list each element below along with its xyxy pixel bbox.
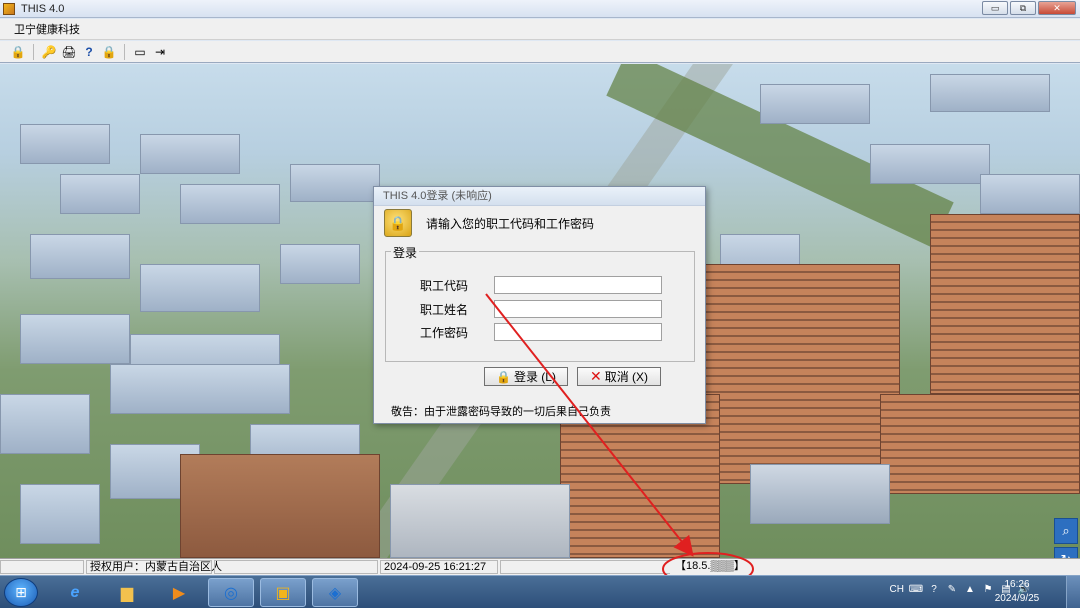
key-icon[interactable]: 🔑 — [41, 44, 57, 60]
clock[interactable]: 16:26 2024/9/25 — [982, 578, 1052, 606]
minimize-button[interactable]: ▭ — [982, 1, 1008, 15]
toolbar-separator — [124, 43, 125, 60]
chevron-up-icon[interactable]: ▲ — [964, 583, 976, 595]
clock-date: 2024/9/25 — [994, 593, 1040, 604]
login-groupbox: 登录 职工代码 职工姓名 工作密码 — [385, 244, 695, 362]
ip-status: 【18.5.▒▒▒】 — [675, 560, 745, 572]
building — [180, 184, 280, 224]
app-icon — [3, 2, 15, 15]
building — [750, 464, 890, 524]
code-row: 职工代码 — [420, 276, 662, 294]
pen-icon[interactable]: ✎ — [946, 583, 958, 595]
window-title: THIS 4.0 — [21, 2, 65, 15]
name-row: 职工姓名 — [420, 300, 662, 318]
window-controls: ▭ ⧉ ✕ — [982, 1, 1076, 15]
status-bar: 授权用户：内蒙古自治区人 2024-09-25 16:21:27 【18.5.▒… — [0, 558, 1080, 575]
building — [760, 84, 870, 124]
building — [180, 454, 380, 558]
building — [980, 174, 1080, 214]
start-button[interactable]: ⊞ — [4, 578, 38, 607]
lock-icon[interactable]: 🔒 — [101, 44, 117, 60]
password-label: 工作密码 — [420, 325, 469, 340]
app-icon[interactable]: ▣ — [260, 578, 306, 607]
building-tower — [880, 394, 1080, 494]
group-legend: 登录 — [391, 244, 420, 261]
printer-icon[interactable]: 🖨 — [61, 44, 77, 60]
prompt-row: 🔒 请输入您的职工代码和工作密码 — [384, 209, 594, 237]
menu-bar: 卫宁健康科技 — [0, 19, 1080, 40]
login-button-label: 登录 (L) — [513, 370, 556, 384]
window-title-bar: THIS 4.0 ▭ ⧉ ✕ — [0, 0, 1080, 18]
close-icon: ✕ — [589, 368, 602, 384]
name-label: 职工姓名 — [420, 302, 469, 317]
menu-item-company[interactable]: 卫宁健康科技 — [14, 21, 80, 37]
keyboard-icon[interactable]: ⌨ — [909, 583, 923, 595]
cancel-button-label: 取消 (X) — [604, 370, 649, 384]
clock-time: 16:26 — [1004, 579, 1030, 590]
search-icon[interactable]: ⌕ — [1054, 518, 1078, 544]
building — [140, 134, 240, 174]
restore-button[interactable]: ⧉ — [1010, 1, 1036, 15]
building — [20, 484, 100, 544]
building — [280, 244, 360, 284]
building — [60, 174, 140, 214]
building — [930, 74, 1050, 112]
padlock-icon: 🔒 — [384, 209, 412, 237]
password-input[interactable] — [494, 323, 662, 341]
building — [290, 164, 380, 202]
status-cell-empty — [214, 560, 378, 574]
folder-icon[interactable]: ▆ — [104, 578, 150, 607]
help-icon[interactable]: ? — [81, 44, 97, 60]
building — [110, 364, 290, 414]
employee-name-input[interactable] — [494, 300, 662, 318]
code-label: 职工代码 — [420, 278, 469, 293]
ie-icon[interactable]: e — [52, 578, 98, 607]
show-desktop-button[interactable] — [1066, 576, 1080, 608]
client-icon[interactable]: ◈ — [312, 578, 358, 607]
login-dialog: THIS 4.0登录 (未响应) 🔒 请输入您的职工代码和工作密码 登录 职工代… — [373, 186, 706, 424]
lock-icon: 🔒 — [496, 369, 511, 384]
toolbar-separator — [33, 43, 34, 60]
taskbar: ⊞ e ▆ ▶ ◎ ▣ ◈ CH ⌨ ? ✎ ▲ ⚑ ▤ 🔊 16:26 202… — [0, 575, 1080, 608]
building — [140, 264, 260, 312]
close-button[interactable]: ✕ — [1038, 1, 1076, 15]
building-tower — [930, 214, 1080, 394]
exit-icon[interactable]: ⇥ — [152, 44, 168, 60]
building — [30, 234, 130, 279]
help-icon[interactable]: ? — [928, 583, 940, 595]
login-button[interactable]: 🔒 登录 (L) — [484, 367, 568, 386]
warning-text: 敬告：由于泄露密码导致的一切后果自己负责 — [391, 406, 611, 418]
prompt-text: 请输入您的职工代码和工作密码 — [426, 216, 595, 231]
status-cell-empty — [500, 560, 670, 574]
card-icon[interactable]: ▭ — [132, 44, 148, 60]
building — [20, 314, 130, 364]
auth-user-status: 授权用户：内蒙古自治区人 — [86, 560, 222, 574]
toolbar: 🔒 🔑 🖨 ? 🔒 ▭ ⇥ — [0, 41, 1080, 63]
media-player-icon[interactable]: ▶ — [156, 578, 202, 607]
dialog-title: THIS 4.0登录 (未响应) — [374, 187, 705, 206]
datetime-status: 2024-09-25 16:21:27 — [380, 560, 498, 574]
password-row: 工作密码 — [420, 323, 662, 341]
cancel-button[interactable]: ✕ 取消 (X) — [577, 367, 661, 386]
building — [390, 484, 570, 558]
lock-icon[interactable]: 🔒 — [10, 44, 26, 60]
building — [870, 144, 990, 184]
building-tower — [700, 264, 900, 484]
browser-icon[interactable]: ◎ — [208, 578, 254, 607]
employee-code-input[interactable] — [494, 276, 662, 294]
status-cell-empty — [0, 560, 84, 574]
language-indicator[interactable]: CH — [890, 584, 904, 595]
building — [20, 124, 110, 164]
building — [0, 394, 90, 454]
